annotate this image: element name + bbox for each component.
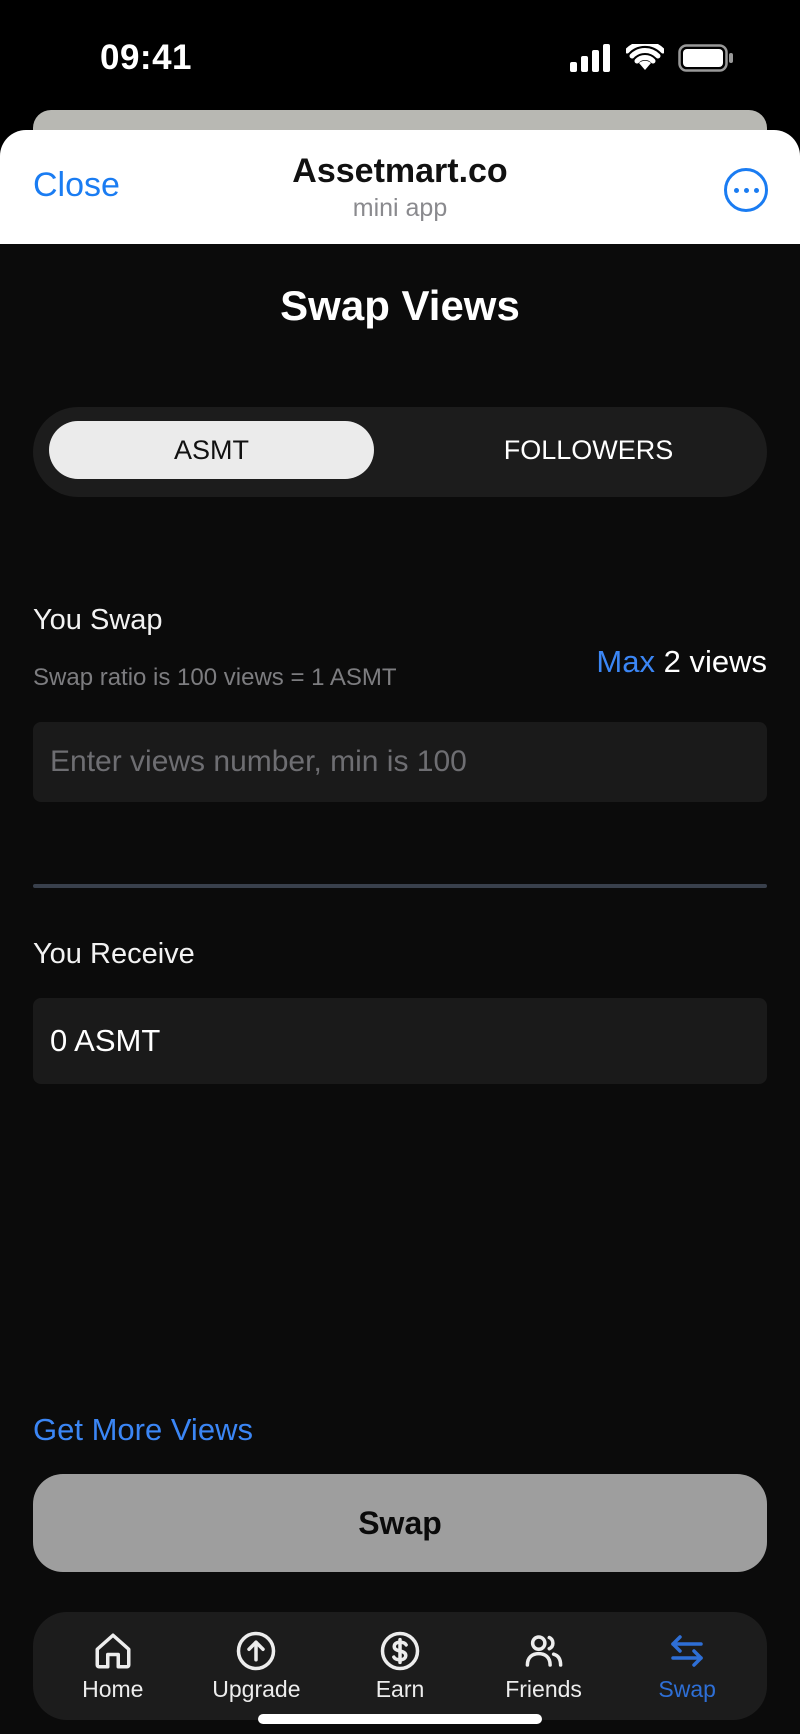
nav-item-swap[interactable]: Swap [622, 1630, 752, 1703]
mini-app-header: Close Assetmart.co mini app [0, 130, 800, 244]
swap-arrows-icon [671, 1634, 703, 1667]
nav-label-earn: Earn [375, 1675, 425, 1702]
more-dot-icon [733, 187, 739, 193]
views-input[interactable] [33, 722, 767, 802]
users-icon [525, 1634, 562, 1667]
home-icon [95, 1633, 131, 1668]
receive-amount: 0 ASMT [33, 998, 767, 1084]
you-receive-label: You Receive [33, 938, 195, 970]
status-bar: 09:41 [0, 0, 800, 110]
wifi-icon [624, 40, 666, 77]
more-dot-icon [743, 187, 749, 193]
home-indicator [258, 1714, 542, 1724]
max-views-row: Max 2 views [596, 644, 767, 680]
nav-label-upgrade: Upgrade [212, 1675, 301, 1702]
swap-ratio-text: Swap ratio is 100 views = 1 ASMT [33, 664, 397, 691]
currency-toggle: ASMT FOLLOWERS [33, 407, 767, 497]
status-time: 09:41 [100, 38, 193, 77]
swap-button[interactable]: Swap [33, 1474, 767, 1572]
nav-item-home[interactable]: Home [48, 1630, 178, 1703]
app-subtitle: mini app [352, 194, 448, 222]
nav-label-friends: Friends [505, 1675, 582, 1702]
more-options-button[interactable] [724, 168, 768, 212]
nav-item-upgrade[interactable]: Upgrade [191, 1630, 321, 1703]
nav-label-swap: Swap [658, 1675, 716, 1702]
arrow-up-circle-icon [237, 1631, 276, 1670]
status-icons [570, 40, 734, 77]
page-title: Swap Views [280, 282, 520, 329]
main-content: Swap Views ASMT FOLLOWERS You Swap Swap … [0, 244, 800, 1734]
dollar-circle-icon [380, 1631, 420, 1670]
more-dot-icon [753, 187, 759, 193]
signal-icon [570, 44, 612, 77]
app-title: Assetmart.co [292, 152, 508, 190]
views-input-box [33, 722, 767, 802]
bottom-nav: Home Upgrade Earn Friends Swap [33, 1612, 767, 1720]
battery-icon [678, 44, 734, 77]
you-swap-label: You Swap [33, 604, 163, 636]
tab-followers[interactable]: FOLLOWERS [426, 421, 751, 479]
max-button[interactable]: Max [596, 644, 655, 679]
available-views: 2 views [663, 644, 767, 679]
tab-asmt[interactable]: ASMT [49, 421, 374, 479]
get-more-views-link[interactable]: Get More Views [33, 1412, 253, 1448]
nav-label-home: Home [82, 1675, 144, 1702]
nav-item-friends[interactable]: Friends [479, 1630, 609, 1703]
nav-item-earn[interactable]: Earn [335, 1630, 465, 1703]
divider [33, 884, 767, 888]
